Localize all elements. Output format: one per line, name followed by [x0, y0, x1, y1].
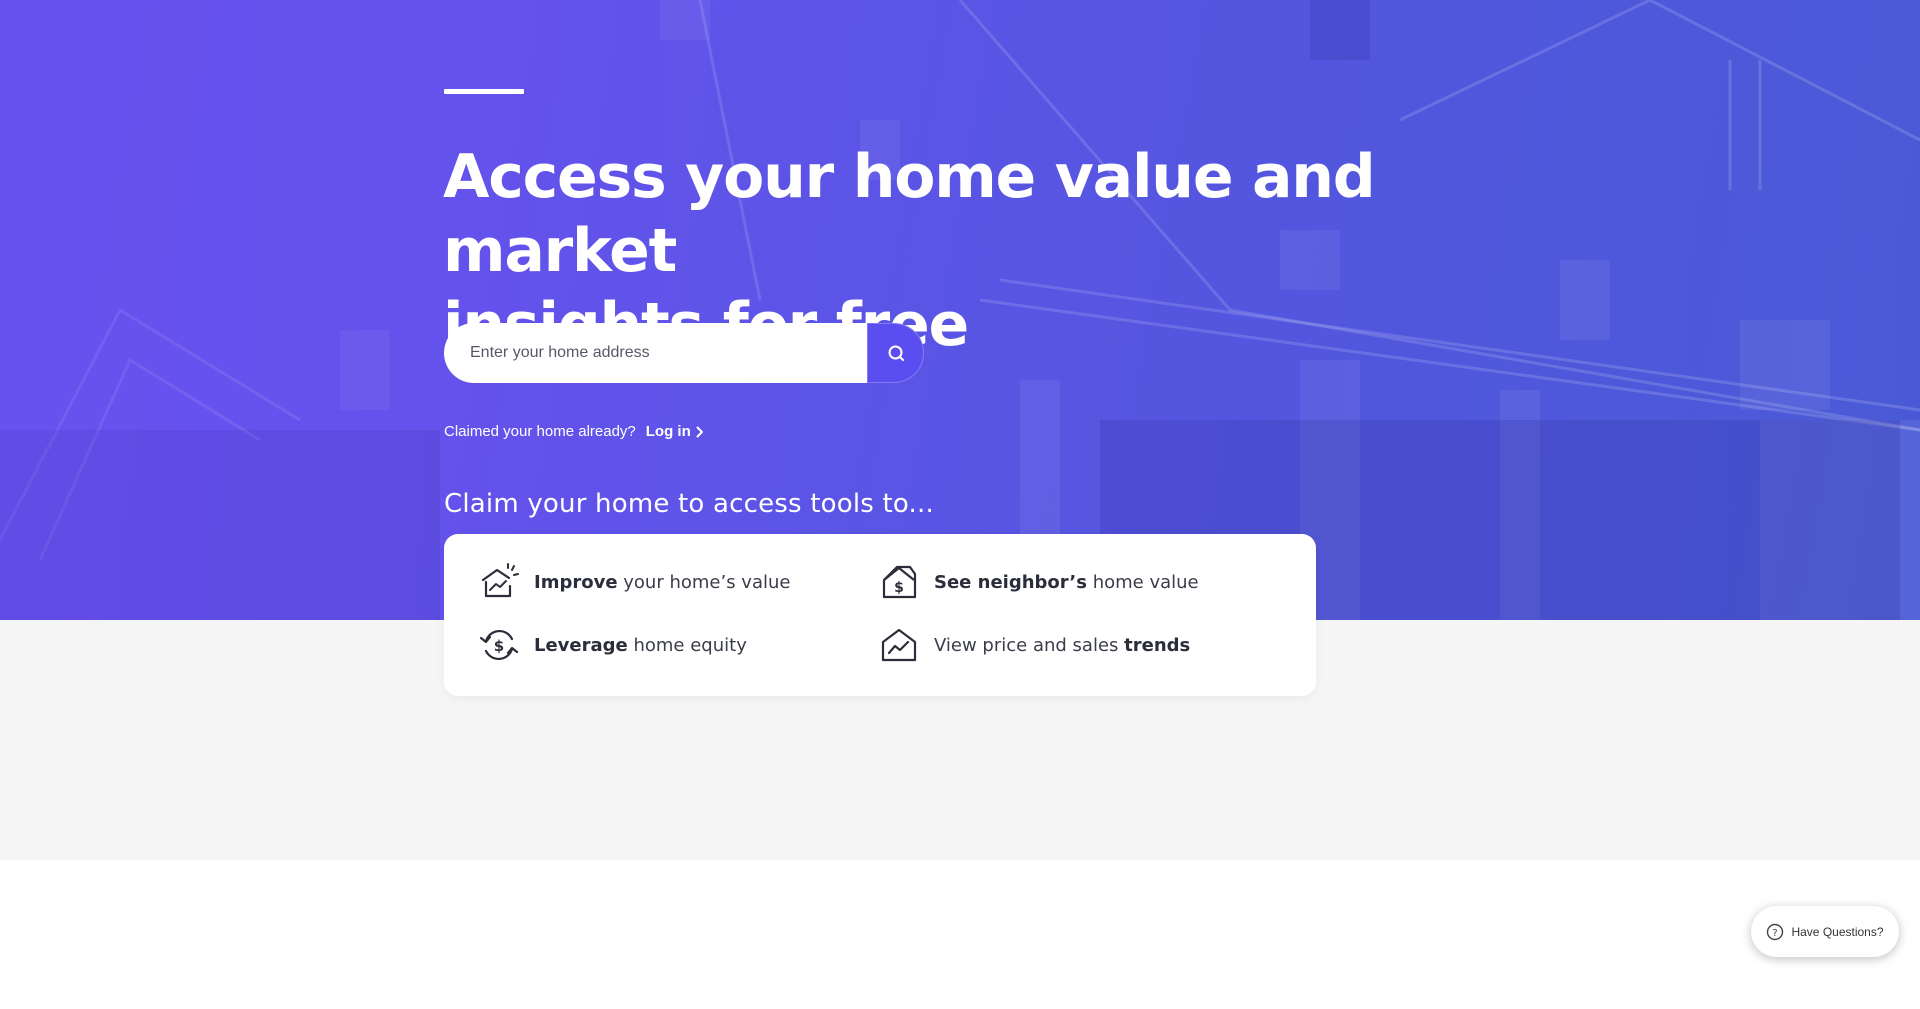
login-link[interactable]: Log in — [646, 423, 704, 440]
svg-text:$: $ — [494, 637, 504, 655]
have-questions-button[interactable]: ? Have Questions? — [1751, 906, 1899, 957]
svg-text:$: $ — [894, 580, 904, 596]
tool-neighbor-value: $ See neighbor’s home value — [879, 562, 1199, 602]
svg-text:?: ? — [1773, 928, 1778, 939]
tool-price-trends: View price and sales trends — [879, 625, 1190, 665]
login-label: Log in — [645, 423, 691, 440]
tool-label: Improve your home’s value — [534, 571, 791, 593]
search-icon — [888, 345, 904, 361]
claimed-text: Claimed your home already? — [444, 423, 636, 440]
tool-label: Leverage home equity — [534, 634, 747, 656]
chevron-right-icon — [696, 426, 703, 437]
headline-line-1: Access your home value and market — [443, 142, 1376, 286]
tool-label: See neighbor’s home value — [934, 571, 1199, 593]
home-growth-icon — [479, 562, 519, 602]
tool-improve-value: Improve your home’s value — [479, 562, 790, 602]
question-circle-icon: ? — [1767, 923, 1784, 940]
tool-leverage-equity: $ Leverage home equity — [479, 625, 747, 665]
claimed-home-prompt: Claimed your home already? Log in — [444, 423, 704, 440]
tool-label: View price and sales trends — [934, 634, 1191, 656]
address-search-input[interactable] — [444, 323, 868, 383]
have-questions-label: Have Questions? — [1791, 924, 1884, 939]
accent-line — [444, 89, 524, 94]
tools-heading: Claim your home to access tools to... — [444, 489, 934, 519]
address-search — [444, 323, 924, 383]
dollar-cycle-icon: $ — [479, 625, 519, 665]
page: Access your home value and market insigh… — [0, 0, 1920, 1009]
home-trend-icon — [879, 625, 919, 665]
tools-card: Improve your home’s value $ See neighbor… — [444, 534, 1316, 696]
home-dollar-icon: $ — [879, 562, 919, 602]
search-button[interactable] — [867, 323, 924, 383]
